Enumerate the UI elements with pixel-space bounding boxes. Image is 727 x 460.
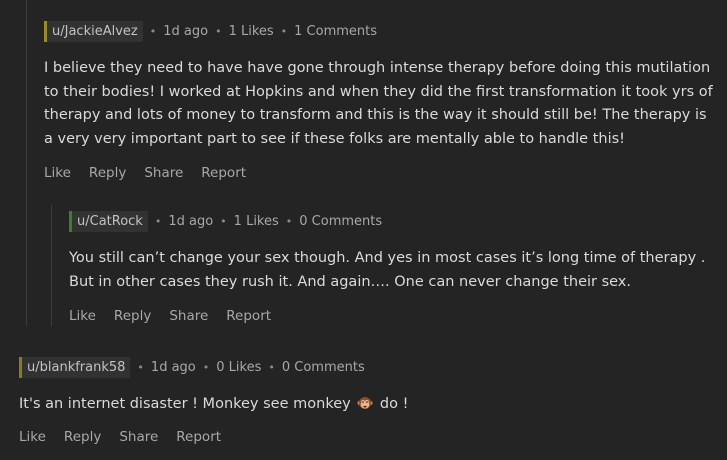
- monkey-face-icon: [357, 397, 374, 409]
- username-link[interactable]: u/JackieAlvez: [44, 20, 143, 42]
- comment-count: 1 Comments: [294, 23, 378, 39]
- timestamp: 1d ago: [150, 359, 196, 375]
- comment-body: I believe they need to have have gone th…: [44, 60, 713, 147]
- share-button[interactable]: Share: [169, 308, 208, 324]
- like-button[interactable]: Like: [69, 308, 96, 324]
- comment-body-text: It's an internet disaster ! Monkey see m…: [19, 396, 351, 412]
- meta-separator: •: [220, 214, 227, 228]
- comment-blankfrank58: u/blankfrank58 • 1d ago • 0 Likes • 0 Co…: [19, 356, 719, 445]
- report-button[interactable]: Report: [226, 308, 271, 324]
- timestamp: 1d ago: [163, 23, 209, 39]
- comment-count: 0 Comments: [281, 359, 365, 375]
- comment-actions: Like Reply Share Report: [19, 429, 719, 445]
- like-count: 0 Likes: [216, 359, 262, 375]
- meta-separator: •: [280, 24, 288, 38]
- meta-separator: •: [137, 360, 144, 374]
- meta-separator: •: [154, 214, 162, 228]
- comment-meta: u/CatRock • 1d ago • 1 Likes • 0 Comment…: [69, 210, 719, 232]
- comment-body: It's an internet disaster ! Monkey see m…: [19, 393, 719, 417]
- like-button[interactable]: Like: [19, 429, 46, 445]
- meta-separator: •: [149, 24, 157, 38]
- like-button[interactable]: Like: [44, 165, 71, 181]
- comment-catrock: u/CatRock • 1d ago • 1 Likes • 0 Comment…: [69, 210, 719, 324]
- comment-actions: Like Reply Share Report: [69, 308, 719, 324]
- meta-separator: •: [285, 214, 293, 228]
- meta-separator: •: [268, 360, 275, 374]
- comment-body-text: do !: [379, 396, 409, 412]
- username-link[interactable]: u/CatRock: [69, 210, 148, 232]
- like-count: 1 Likes: [228, 23, 274, 39]
- comment-actions: Like Reply Share Report: [44, 165, 720, 181]
- report-button[interactable]: Report: [176, 429, 221, 445]
- comment-meta: u/JackieAlvez • 1d ago • 1 Likes • 1 Com…: [44, 20, 720, 42]
- share-button[interactable]: Share: [119, 429, 158, 445]
- report-button[interactable]: Report: [201, 165, 246, 181]
- comment-jackiealvez: u/JackieAlvez • 1d ago • 1 Likes • 1 Com…: [44, 20, 720, 181]
- reply-button[interactable]: Reply: [89, 165, 126, 181]
- reply-button[interactable]: Reply: [64, 429, 101, 445]
- meta-separator: •: [215, 24, 222, 38]
- meta-separator: •: [202, 360, 210, 374]
- like-count: 1 Likes: [233, 213, 279, 229]
- timestamp: 1d ago: [168, 213, 214, 229]
- reply-button[interactable]: Reply: [114, 308, 151, 324]
- username-link[interactable]: u/blankfrank58: [19, 356, 131, 378]
- thread-line-outer: [26, 0, 27, 326]
- comment-meta: u/blankfrank58 • 1d ago • 0 Likes • 0 Co…: [19, 356, 719, 378]
- share-button[interactable]: Share: [144, 165, 183, 181]
- comment-count: 0 Comments: [299, 213, 383, 229]
- comment-body: You still can’t change your sex though. …: [69, 250, 706, 290]
- thread-line-nested: [51, 205, 52, 326]
